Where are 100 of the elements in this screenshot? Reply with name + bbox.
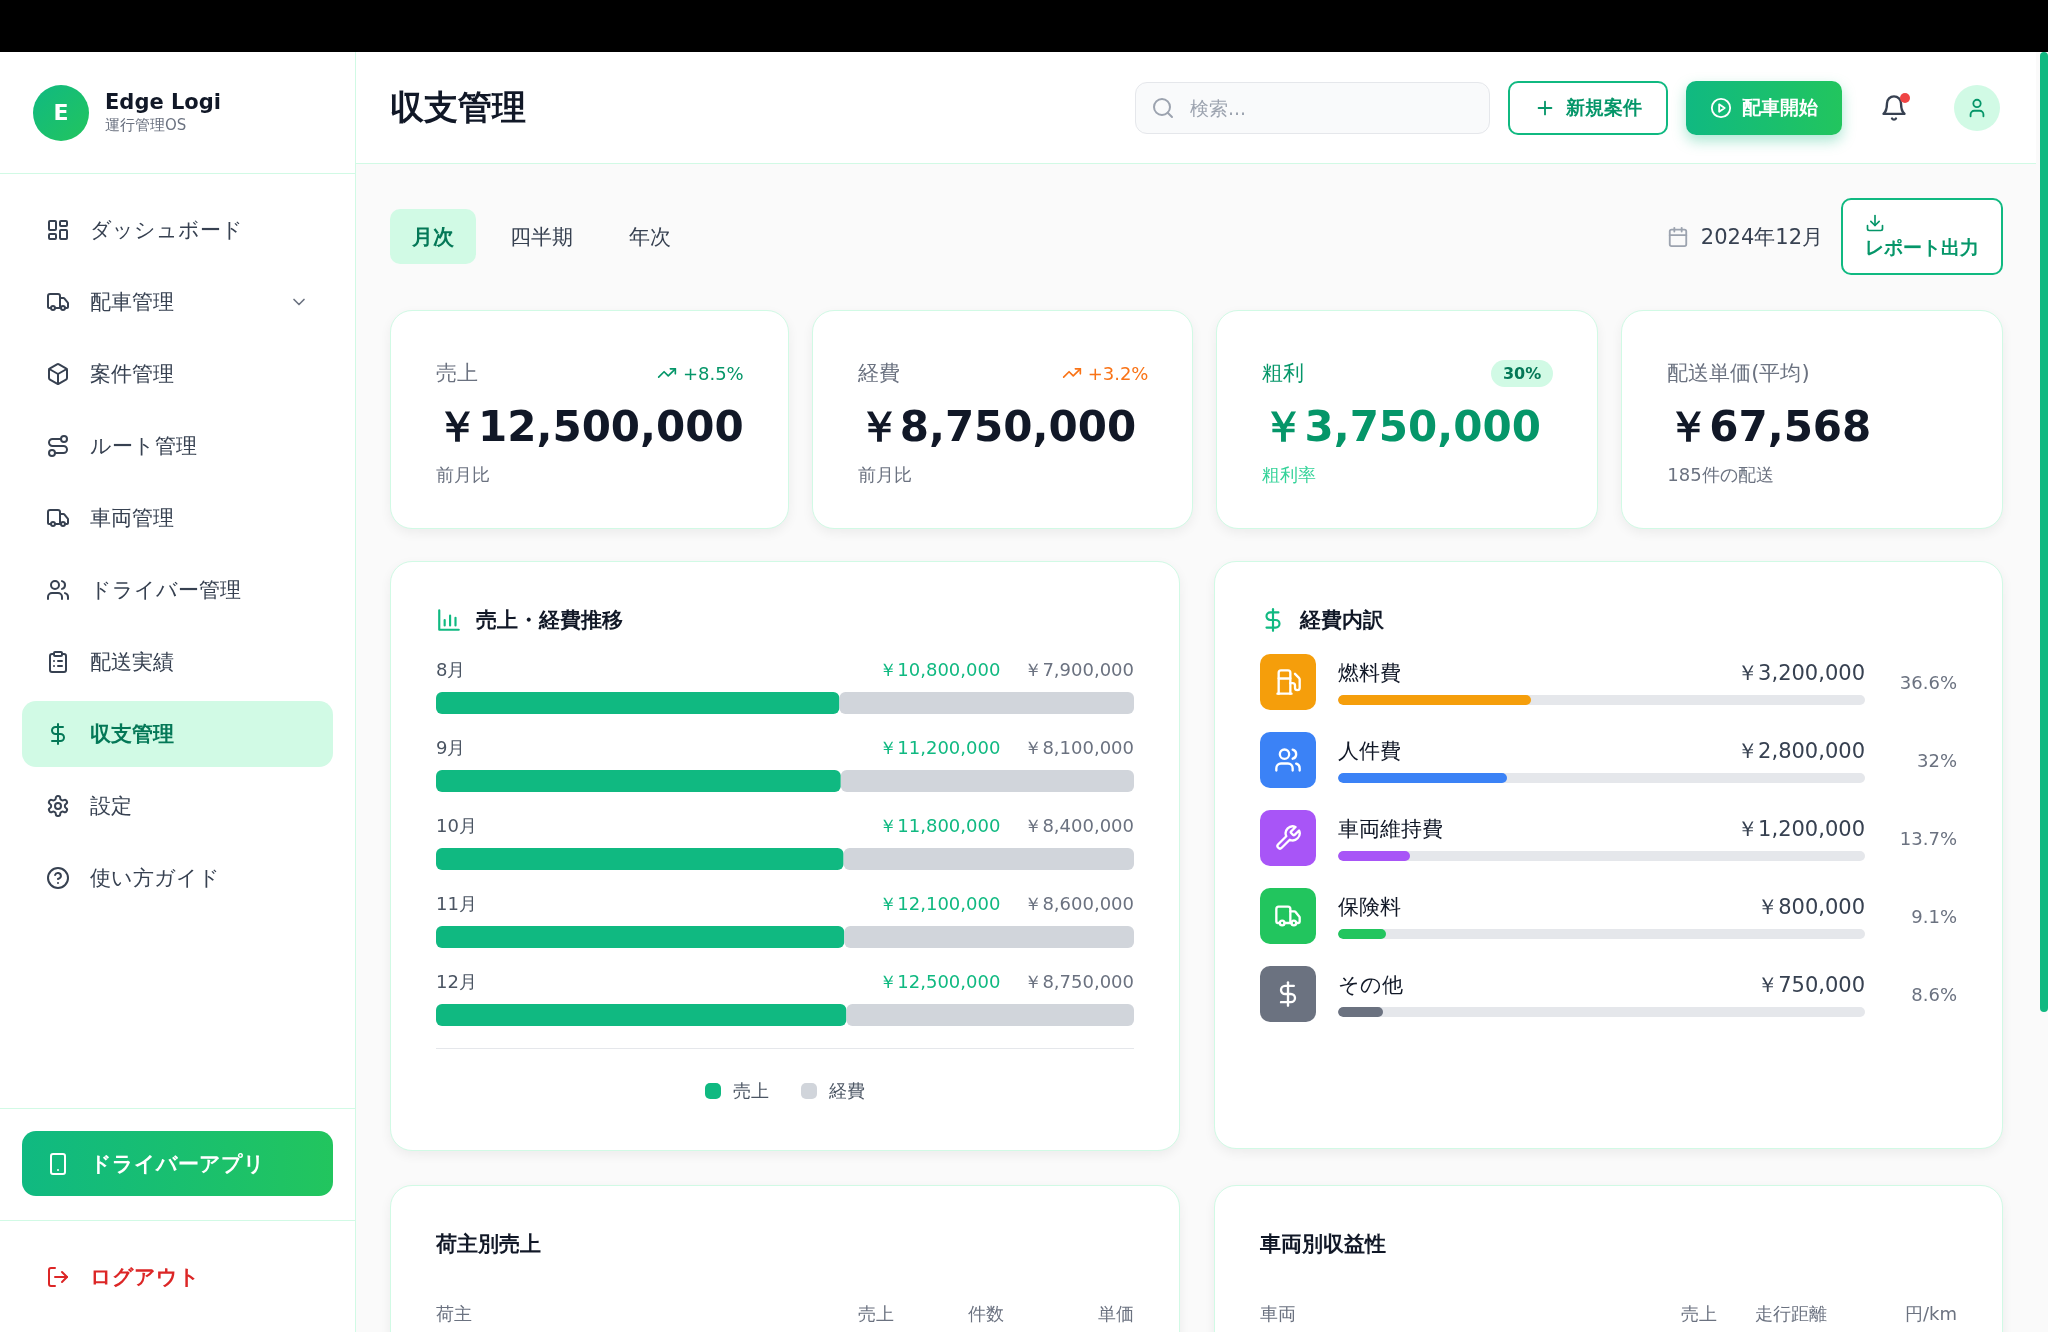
panel-title: 荷主別売上	[436, 1231, 541, 1258]
new-case-button[interactable]: 新規案件	[1508, 80, 1668, 135]
axis-label: 11月	[436, 892, 477, 916]
category-amount: ￥2,800,000	[1737, 738, 1865, 765]
data-label: ￥8,400,000	[1024, 814, 1134, 838]
category-name: 燃料費	[1338, 660, 1401, 687]
column-header: 件数	[966, 1302, 1004, 1326]
sidebar-item[interactable]: 使い方ガイド	[22, 845, 333, 911]
scrollbar-thumb[interactable]	[2040, 52, 2048, 1012]
bar-chart-icon	[436, 607, 462, 633]
clipboard-icon	[46, 650, 70, 674]
users-icon	[46, 578, 70, 602]
data-label: ￥12,100,000	[879, 892, 1001, 916]
axis-label: 12月	[436, 970, 477, 994]
legend-label: 売上	[733, 1079, 769, 1103]
sidebar-item[interactable]: 収支管理	[22, 701, 333, 767]
column-header: 円/km	[1903, 1302, 1957, 1326]
kpi-value: ￥67,568	[1667, 401, 1873, 453]
axis-label: 9月	[436, 736, 466, 760]
calendar-icon	[1666, 225, 1689, 248]
change-rate: +3.2%	[1087, 362, 1149, 384]
play-icon	[1710, 96, 1732, 119]
fuel-pump-icon	[1274, 668, 1302, 696]
data-label: ￥8,750,000	[1024, 970, 1134, 994]
change-rate: +8.5%	[682, 362, 744, 384]
period-tab[interactable]: 四半期	[488, 209, 595, 264]
sidebar-item[interactable]: 車両管理	[22, 485, 333, 551]
column-header: 売上	[1680, 1302, 1717, 1326]
data-label: ￥10,800,000	[879, 658, 1001, 682]
download-icon	[1865, 212, 1885, 233]
column-header: 荷主	[436, 1302, 473, 1326]
kpi-note: 粗利率	[1262, 463, 1318, 487]
share-percent: 9.1%	[1910, 905, 1957, 927]
kpi-label: 粗利	[1262, 360, 1305, 387]
panel-title: 経費内訳	[1300, 607, 1384, 634]
sidebar-item[interactable]: ダッシュボード	[22, 197, 333, 263]
rate-badge: 30%	[1490, 359, 1554, 387]
brand-tagline: 運行管理OS	[105, 116, 188, 135]
brand-name: Edge Logi	[105, 90, 221, 114]
grid-icon	[46, 218, 70, 242]
sidebar-item[interactable]: ルート管理	[22, 413, 333, 479]
sidebar-item[interactable]: ドライバー管理	[22, 557, 333, 623]
truck-icon	[46, 506, 70, 530]
route-icon	[46, 434, 70, 458]
axis-label: 8月	[436, 658, 466, 682]
settings-icon	[46, 794, 70, 818]
truck-icon	[46, 290, 70, 314]
bell-icon	[1880, 93, 1908, 122]
category-name: 人件費	[1338, 738, 1401, 765]
logo-badge: E	[33, 84, 89, 141]
period-tab[interactable]: 年次	[607, 209, 693, 264]
kpi-label: 売上	[436, 360, 478, 387]
logout-icon	[46, 1264, 70, 1289]
column-header: 走行距離	[1754, 1302, 1827, 1326]
sidebar-item[interactable]: 配車管理	[22, 269, 333, 335]
axis-label: 10月	[436, 814, 477, 838]
panel-title: 車両別収益性	[1259, 1231, 1386, 1258]
data-label: ￥11,200,000	[879, 736, 1001, 760]
kpi-value: ￥8,750,000	[857, 401, 1138, 453]
sidebar-item[interactable]: 設定	[22, 773, 333, 839]
category-name: 保険料	[1338, 894, 1401, 921]
help-icon	[46, 866, 70, 890]
data-label: ￥7,900,000	[1024, 658, 1134, 682]
data-label: ￥12,500,000	[879, 970, 1001, 994]
users-icon	[1274, 746, 1302, 774]
package-icon	[46, 362, 70, 386]
share-percent: 13.7%	[1898, 827, 1957, 849]
category-amount: ￥1,200,000	[1737, 816, 1865, 843]
page-title: 収支管理	[390, 85, 526, 129]
report-export-button[interactable]: レポート出力	[1841, 198, 2003, 275]
kpi-label: 配送単価(平均)	[1667, 360, 1810, 387]
kpi-note: 185件の配送	[1667, 463, 1775, 487]
share-percent: 32%	[1916, 749, 1957, 771]
share-percent: 8.6%	[1910, 983, 1957, 1005]
column-header: 単価	[1096, 1302, 1134, 1326]
column-header: 車両	[1259, 1302, 1297, 1326]
category-amount: ￥3,200,000	[1737, 660, 1865, 687]
period-label: 2024年12月	[1700, 223, 1823, 251]
panel-title: 売上・経費推移	[476, 607, 623, 634]
data-label: ￥8,600,000	[1024, 892, 1134, 916]
category-name: 車両維持費	[1338, 816, 1443, 843]
search-field[interactable]: 検索...	[1135, 81, 1490, 134]
kpi-note: 前月比	[857, 463, 913, 487]
share-percent: 36.6%	[1898, 671, 1957, 693]
wrench-icon	[1274, 824, 1302, 852]
category-name: その他	[1338, 972, 1403, 999]
sidebar-item[interactable]: 案件管理	[22, 341, 333, 407]
data-label: ￥8,100,000	[1024, 736, 1134, 760]
legend-label: 経費	[829, 1079, 865, 1103]
kpi-note: 前月比	[436, 463, 491, 487]
sidebar-item[interactable]: 配送実績	[22, 629, 333, 695]
kpi-value: ￥12,500,000	[436, 401, 744, 453]
data-label: ￥11,800,000	[879, 814, 1001, 838]
kpi-value: ￥3,750,000	[1262, 401, 1542, 453]
category-amount: ￥800,000	[1757, 894, 1865, 921]
column-header: 売上	[856, 1302, 894, 1326]
period-tab[interactable]: 月次	[390, 209, 476, 264]
user-avatar[interactable]	[1954, 84, 2000, 131]
category-amount: ￥750,000	[1757, 972, 1865, 999]
logout-link[interactable]: ログアウト	[22, 1262, 224, 1291]
